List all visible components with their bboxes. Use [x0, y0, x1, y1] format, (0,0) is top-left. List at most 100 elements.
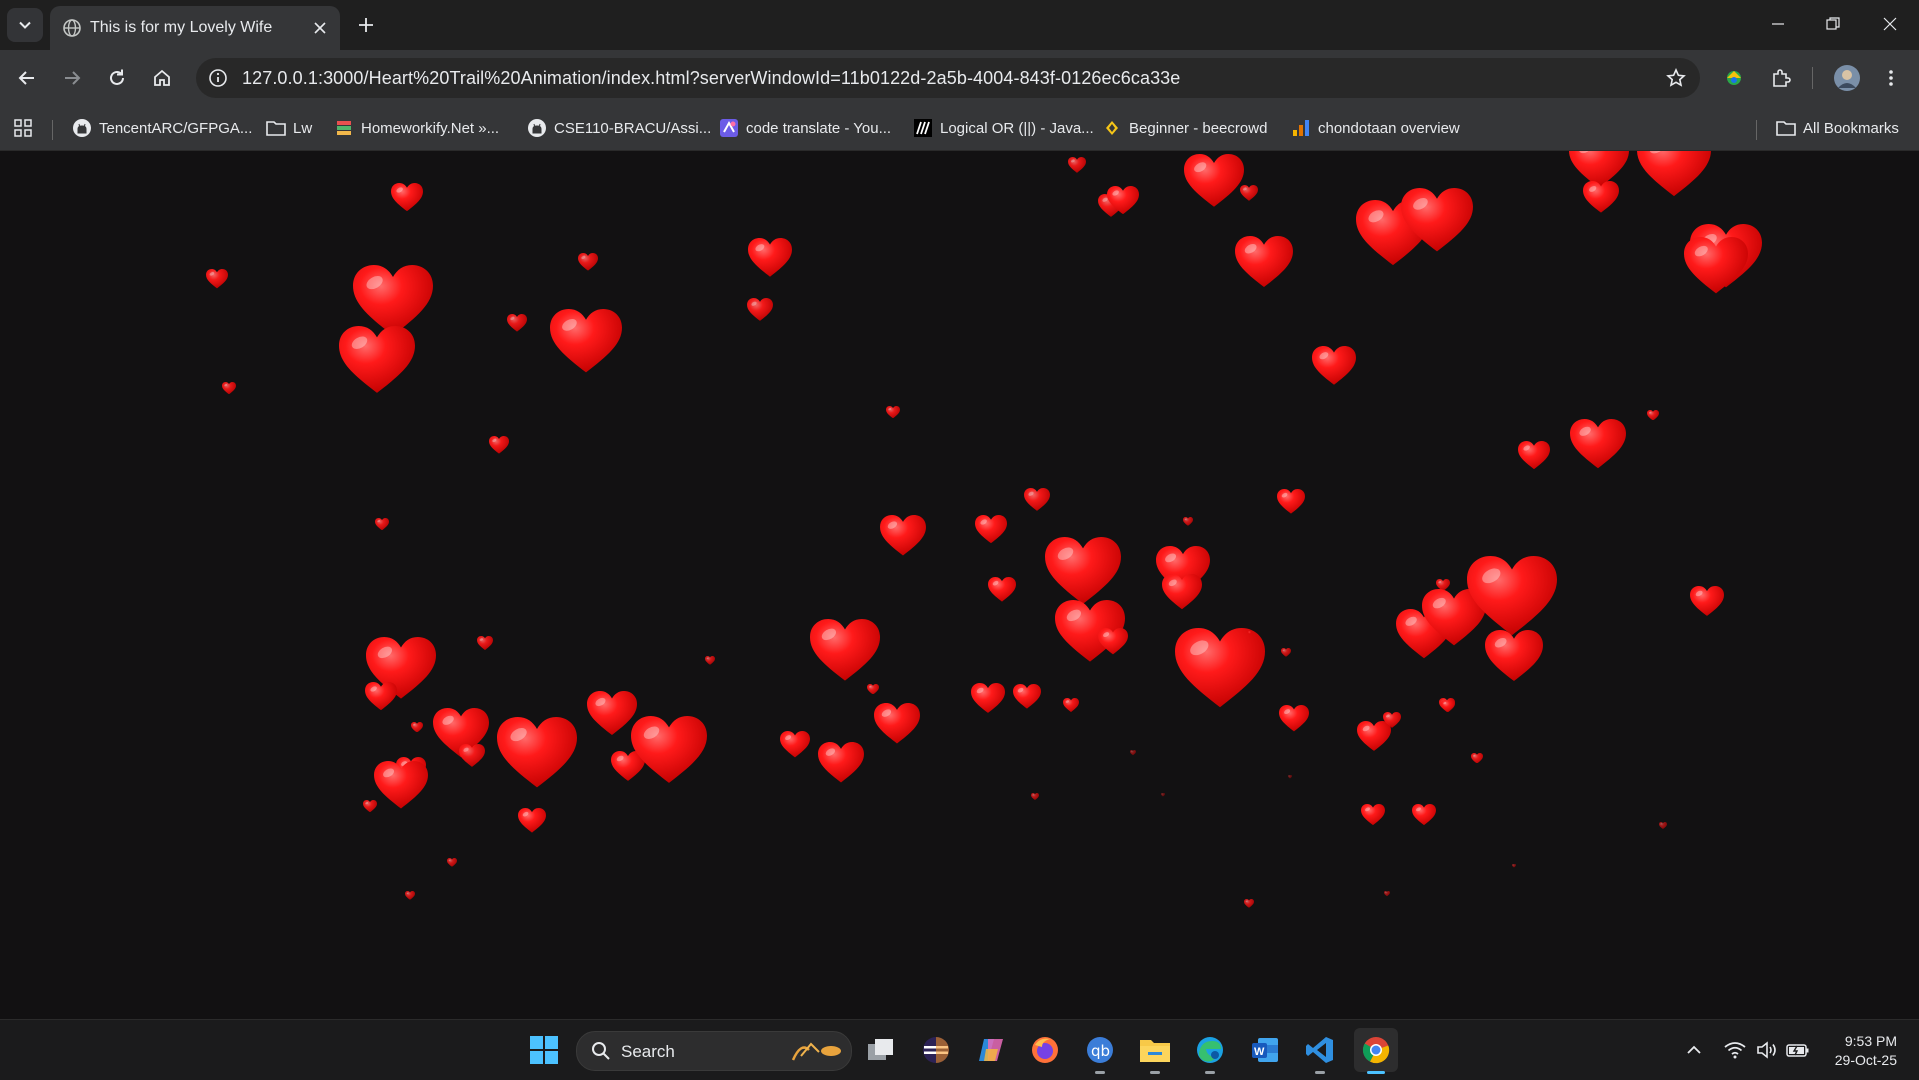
books-icon — [337, 121, 351, 135]
heart-particle — [1690, 586, 1724, 617]
heart-particle — [374, 761, 428, 810]
taskbar-app-chrome[interactable] — [1354, 1028, 1398, 1074]
all-bookmarks-label: All Bookmarks — [1803, 119, 1899, 137]
chrome-menu-button[interactable] — [1873, 60, 1909, 96]
windows-taskbar: Search qb W 9:53 PM 29-Oct-25 — [0, 1019, 1919, 1080]
translate-icon — [720, 119, 738, 137]
taskbar-app-copilot[interactable] — [969, 1028, 1013, 1072]
chevron-down-icon — [19, 21, 31, 29]
heart-particle — [1161, 793, 1165, 797]
wifi-icon — [1724, 1042, 1746, 1059]
heart-particle — [1281, 648, 1291, 657]
bookmark-label: Homeworkify.Net »... — [361, 119, 500, 137]
taskbar-app-word[interactable]: W — [1243, 1028, 1287, 1072]
extension-button[interactable] — [1716, 60, 1752, 96]
apps-button[interactable] — [13, 115, 33, 141]
heart-particle — [477, 636, 493, 650]
heart-particle — [375, 518, 389, 531]
bookmark-star-button[interactable] — [1662, 64, 1690, 92]
heart-particle — [1288, 775, 1292, 779]
home-icon — [154, 69, 170, 86]
heart-particle — [780, 731, 810, 758]
search-icon — [592, 1042, 610, 1060]
forward-button[interactable] — [54, 60, 90, 96]
heart-animation-canvas[interactable] — [0, 151, 1919, 1019]
active-tab[interactable]: This is for my Lovely Wife — [50, 6, 340, 50]
address-bar[interactable]: 127.0.0.1:3000/Heart%20Trail%20Animation… — [196, 58, 1700, 98]
heart-particle — [1045, 537, 1121, 605]
all-bookmarks-button[interactable]: All Bookmarks — [1776, 115, 1899, 141]
search-label: Search — [621, 1042, 675, 1061]
heart-particle — [1098, 628, 1128, 655]
heart-particle — [206, 269, 228, 289]
heart-particle — [1031, 793, 1039, 800]
bookmark-folder[interactable]: Lw — [266, 115, 312, 141]
bookmark-item[interactable]: Logical OR (||) - Java... — [913, 115, 1094, 141]
qbittorrent-icon: qb — [1087, 1037, 1113, 1063]
github-icon — [73, 119, 91, 137]
heart-particle — [1130, 750, 1136, 755]
heart-particle — [1384, 891, 1390, 896]
heart-particle — [1684, 237, 1748, 295]
close-icon — [1883, 17, 1897, 31]
taskbar-clock[interactable]: 9:53 PM 29-Oct-25 — [1835, 1032, 1897, 1070]
toolbar-divider — [1812, 67, 1813, 89]
close-window-button[interactable] — [1867, 6, 1913, 42]
chevron-up-icon — [1687, 1045, 1701, 1054]
restore-button[interactable] — [1810, 6, 1856, 42]
taskbar-app-file-explorer[interactable] — [1133, 1028, 1177, 1074]
taskbar-search[interactable]: Search — [576, 1031, 852, 1071]
taskbar-app-edge[interactable] — [1188, 1028, 1232, 1074]
tray-wifi[interactable] — [1724, 1036, 1746, 1064]
arrow-left-icon — [18, 71, 34, 85]
svg-text:W: W — [1254, 1046, 1265, 1058]
profile-button[interactable] — [1829, 60, 1865, 96]
beecrowd-icon — [1106, 121, 1118, 135]
bookmark-item[interactable]: Beginner - beecrowd — [1102, 115, 1267, 141]
new-tab-button[interactable] — [352, 11, 380, 39]
url-text[interactable]: 127.0.0.1:3000/Heart%20Trail%20Animation… — [242, 68, 1180, 89]
taskbar-app-eclipse[interactable] — [914, 1028, 958, 1072]
start-button[interactable] — [522, 1028, 566, 1072]
taskbar-app-vscode[interactable] — [1298, 1028, 1342, 1074]
taskbar-app-firefox[interactable] — [1023, 1028, 1067, 1072]
tray-volume[interactable] — [1756, 1036, 1778, 1064]
bookmark-item[interactable]: chondotaan overview — [1291, 115, 1460, 141]
running-indicator — [1150, 1071, 1160, 1074]
mdn-icon — [914, 119, 932, 137]
heart-particle — [365, 682, 397, 711]
bookmark-item[interactable]: CSE110-BRACU/Assi... — [527, 115, 711, 141]
heart-particle — [1467, 556, 1557, 637]
heart-particle — [1240, 185, 1258, 201]
heart-particle — [1024, 488, 1050, 511]
site-info-button[interactable] — [204, 64, 232, 92]
battery-charging-icon — [1786, 1044, 1809, 1057]
heart-particle — [1518, 441, 1550, 470]
heart-particle — [1184, 154, 1244, 208]
bookmark-item[interactable]: TencentARC/GFPGA... — [72, 115, 252, 141]
heart-particle — [1471, 753, 1483, 764]
apps-grid-icon — [14, 119, 32, 137]
back-button[interactable] — [9, 60, 45, 96]
heart-particle — [447, 858, 457, 867]
task-view-button[interactable] — [859, 1028, 903, 1072]
tab-search-button[interactable] — [7, 8, 43, 42]
heart-particle — [459, 744, 485, 767]
tray-overflow-button[interactable] — [1686, 1036, 1702, 1064]
tray-battery[interactable] — [1786, 1036, 1810, 1064]
heart-particle — [631, 716, 707, 784]
tab-close-button[interactable] — [309, 17, 331, 39]
bookmark-item[interactable]: code translate - You... — [719, 115, 891, 141]
heart-particle — [391, 183, 423, 212]
minimize-icon — [1772, 23, 1784, 25]
file-explorer-icon — [1140, 1040, 1170, 1062]
bookmark-item[interactable]: Homeworkify.Net »... — [334, 115, 499, 141]
home-button[interactable] — [144, 60, 180, 96]
minimize-button[interactable] — [1755, 6, 1801, 42]
extensions-menu-button[interactable] — [1763, 60, 1799, 96]
folder-icon — [1776, 121, 1796, 136]
heart-particle — [867, 684, 879, 695]
taskbar-app-qbittorrent[interactable]: qb — [1078, 1028, 1122, 1074]
reload-button[interactable] — [99, 60, 135, 96]
chrome-icon — [1362, 1037, 1390, 1064]
